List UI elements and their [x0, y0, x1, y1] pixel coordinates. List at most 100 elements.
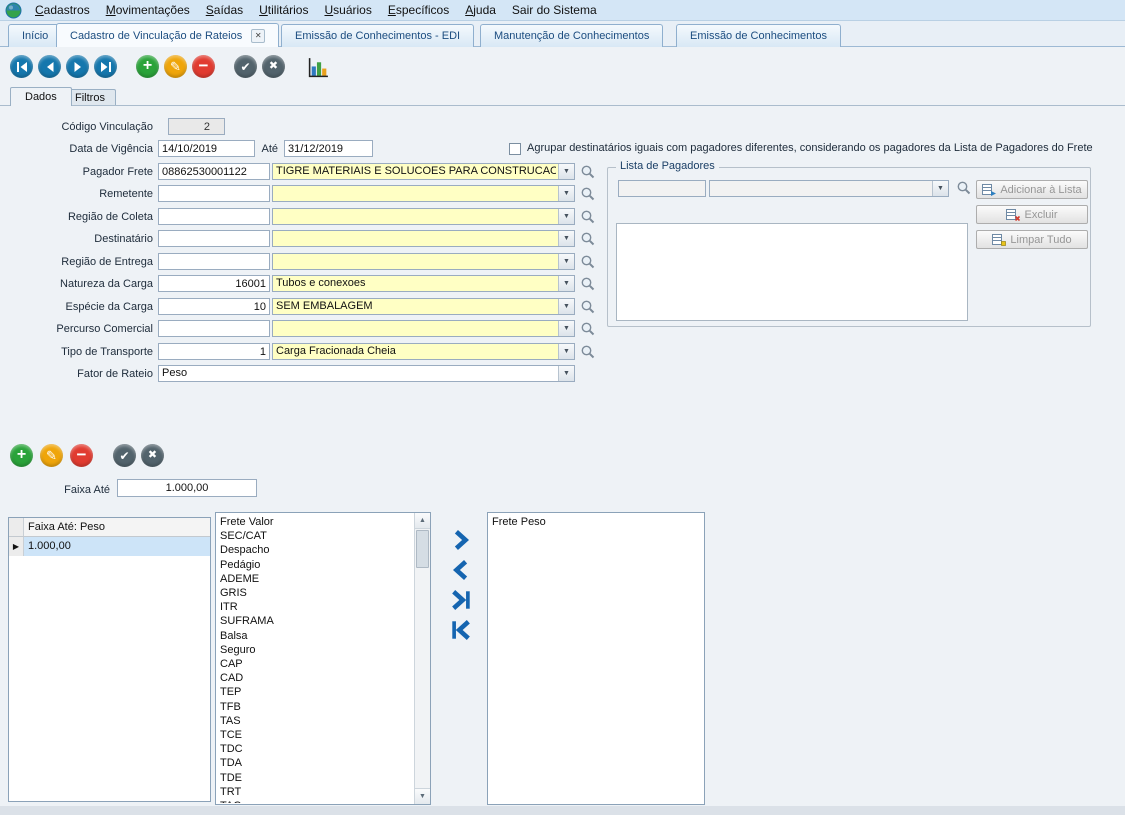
dropdown-icon[interactable]: ▼ [558, 209, 574, 224]
confirm-button[interactable]: ✔ [234, 55, 257, 78]
remetente-search-icon[interactable] [580, 186, 596, 202]
dropdown-icon[interactable]: ▼ [558, 254, 574, 269]
delete-button[interactable]: − [192, 55, 215, 78]
list-item[interactable]: TEP [220, 685, 413, 699]
dropdown-icon[interactable]: ▼ [558, 366, 574, 381]
menu-item-saidas[interactable]: Saídas [198, 1, 251, 20]
especie-search-icon[interactable] [580, 299, 596, 315]
tab-close-icon[interactable]: ✕ [251, 29, 265, 43]
faixa-delete-button[interactable]: − [70, 444, 93, 467]
faixa-grid[interactable]: Faixa Até: Peso ▶ 1.000,00 [8, 517, 211, 802]
vigencia-fim-field[interactable] [284, 140, 373, 157]
regiao-entrega-combo[interactable]: ▼ [272, 253, 575, 270]
available-components-list[interactable]: Frete ValorSEC/CATDespachoPedágioADEMEGR… [215, 512, 431, 805]
regiao-entrega-codigo-field[interactable] [158, 253, 270, 270]
scrollbar-thumb[interactable] [416, 530, 429, 568]
list-item[interactable]: Pedágio [220, 558, 413, 572]
tab-inicio[interactable]: Início [8, 24, 62, 47]
dropdown-icon[interactable]: ▼ [558, 186, 574, 201]
scroll-up-icon[interactable]: ▲ [415, 513, 430, 529]
list-item[interactable]: TAS [220, 714, 413, 728]
dropdown-icon[interactable]: ▼ [558, 276, 574, 291]
chart-button[interactable] [306, 55, 331, 80]
agrupar-destinatarios-checkbox[interactable] [509, 143, 521, 155]
regiao-coleta-search-icon[interactable] [580, 209, 596, 225]
menu-item-movimentacoes[interactable]: Movimentações [98, 1, 198, 20]
pagadores-list[interactable] [616, 223, 968, 321]
especie-combo[interactable]: SEM EMBALAGEM ▼ [272, 298, 575, 315]
fator-rateio-combo[interactable]: Peso ▼ [158, 365, 575, 382]
next-record-button[interactable] [66, 55, 89, 78]
natureza-combo[interactable]: Tubos e conexoes ▼ [272, 275, 575, 292]
list-item[interactable]: CAD [220, 671, 413, 685]
assigned-components-list[interactable]: Frete Peso [487, 512, 705, 805]
list-item[interactable]: TFB [220, 700, 413, 714]
especie-codigo-field[interactable] [158, 298, 270, 315]
vigencia-inicio-field[interactable] [158, 140, 255, 157]
vertical-scrollbar[interactable]: ▲ ▼ [414, 513, 430, 804]
pagador-lista-codigo-field[interactable] [618, 180, 706, 197]
natureza-search-icon[interactable] [580, 276, 596, 292]
first-record-button[interactable] [10, 55, 33, 78]
dropdown-icon[interactable]: ▼ [932, 181, 948, 196]
pagador-lista-search-icon[interactable] [956, 180, 972, 196]
menu-item-sair-do-sistema[interactable]: Sair do Sistema [504, 1, 605, 20]
faixa-cancel-button[interactable]: ✖ [141, 444, 164, 467]
grid-cell-faixa[interactable]: 1.000,00 [24, 537, 210, 556]
percurso-search-icon[interactable] [580, 321, 596, 337]
tab-dados[interactable]: Dados [10, 87, 72, 106]
tipo-transporte-search-icon[interactable] [580, 344, 596, 360]
percurso-combo[interactable]: ▼ [272, 320, 575, 337]
pagador-search-icon[interactable] [580, 164, 596, 180]
dropdown-icon[interactable]: ▼ [558, 321, 574, 336]
tab-manutencao-conhecimentos[interactable]: Manutenção de Conhecimentos [480, 24, 663, 47]
pagador-combo[interactable]: TIGRE MATERIAIS E SOLUCOES PARA CONSTRUC… [272, 163, 575, 180]
list-item[interactable]: Balsa [220, 629, 413, 643]
last-record-button[interactable] [94, 55, 117, 78]
dropdown-icon[interactable]: ▼ [558, 164, 574, 179]
excluir-button[interactable]: Excluir [976, 205, 1088, 224]
pagador-codigo-field[interactable] [158, 163, 270, 180]
menu-item-especificos[interactable]: Específicos [380, 1, 457, 20]
list-item[interactable]: Frete Valor [220, 515, 413, 529]
faixa-add-button[interactable]: + [10, 444, 33, 467]
menu-item-ajuda[interactable]: Ajuda [457, 1, 504, 20]
faixa-confirm-button[interactable]: ✔ [113, 444, 136, 467]
faixa-edit-button[interactable]: ✎ [40, 444, 63, 467]
tipo-transporte-codigo-field[interactable] [158, 343, 270, 360]
list-item[interactable]: SUFRAMA [220, 614, 413, 628]
remetente-codigo-field[interactable] [158, 185, 270, 202]
list-item[interactable]: TAC [220, 799, 413, 803]
list-item[interactable]: Frete Peso [492, 515, 703, 529]
menu-item-cadastros[interactable]: Cadastros [27, 1, 98, 20]
move-right-button[interactable] [448, 527, 473, 552]
menu-item-usuarios[interactable]: Usuários [316, 1, 379, 20]
list-item[interactable]: Seguro [220, 643, 413, 657]
destinatario-search-icon[interactable] [580, 231, 596, 247]
menu-item-utilitarios[interactable]: Utilitários [251, 1, 316, 20]
tab-cadastro-vinculacao-rateios[interactable]: Cadastro de Vinculação de Rateios ✕ [56, 23, 279, 47]
scroll-down-icon[interactable]: ▼ [415, 788, 430, 804]
tipo-transporte-combo[interactable]: Carga Fracionada Cheia ▼ [272, 343, 575, 360]
remetente-combo[interactable]: ▼ [272, 185, 575, 202]
add-button[interactable]: + [136, 55, 159, 78]
destinatario-codigo-field[interactable] [158, 230, 270, 247]
list-item[interactable]: SEC/CAT [220, 529, 413, 543]
move-all-left-button[interactable] [448, 617, 473, 642]
grid-column-header[interactable]: Faixa Até: Peso [24, 518, 210, 536]
dropdown-icon[interactable]: ▼ [558, 344, 574, 359]
cancel-button[interactable]: ✖ [262, 55, 285, 78]
list-item[interactable]: TDE [220, 771, 413, 785]
natureza-codigo-field[interactable] [158, 275, 270, 292]
pagador-lista-combo[interactable]: ▼ [709, 180, 949, 197]
regiao-entrega-search-icon[interactable] [580, 254, 596, 270]
move-left-button[interactable] [448, 557, 473, 582]
list-item[interactable]: ITR [220, 600, 413, 614]
list-item[interactable]: TRT [220, 785, 413, 799]
grid-row[interactable]: ▶ 1.000,00 [9, 537, 210, 556]
move-all-right-button[interactable] [448, 587, 473, 612]
dropdown-icon[interactable]: ▼ [558, 231, 574, 246]
regiao-coleta-combo[interactable]: ▼ [272, 208, 575, 225]
faixa-ate-field[interactable] [117, 479, 257, 497]
tab-emissao-conhecimentos-edi[interactable]: Emissão de Conhecimentos - EDI [281, 24, 474, 47]
